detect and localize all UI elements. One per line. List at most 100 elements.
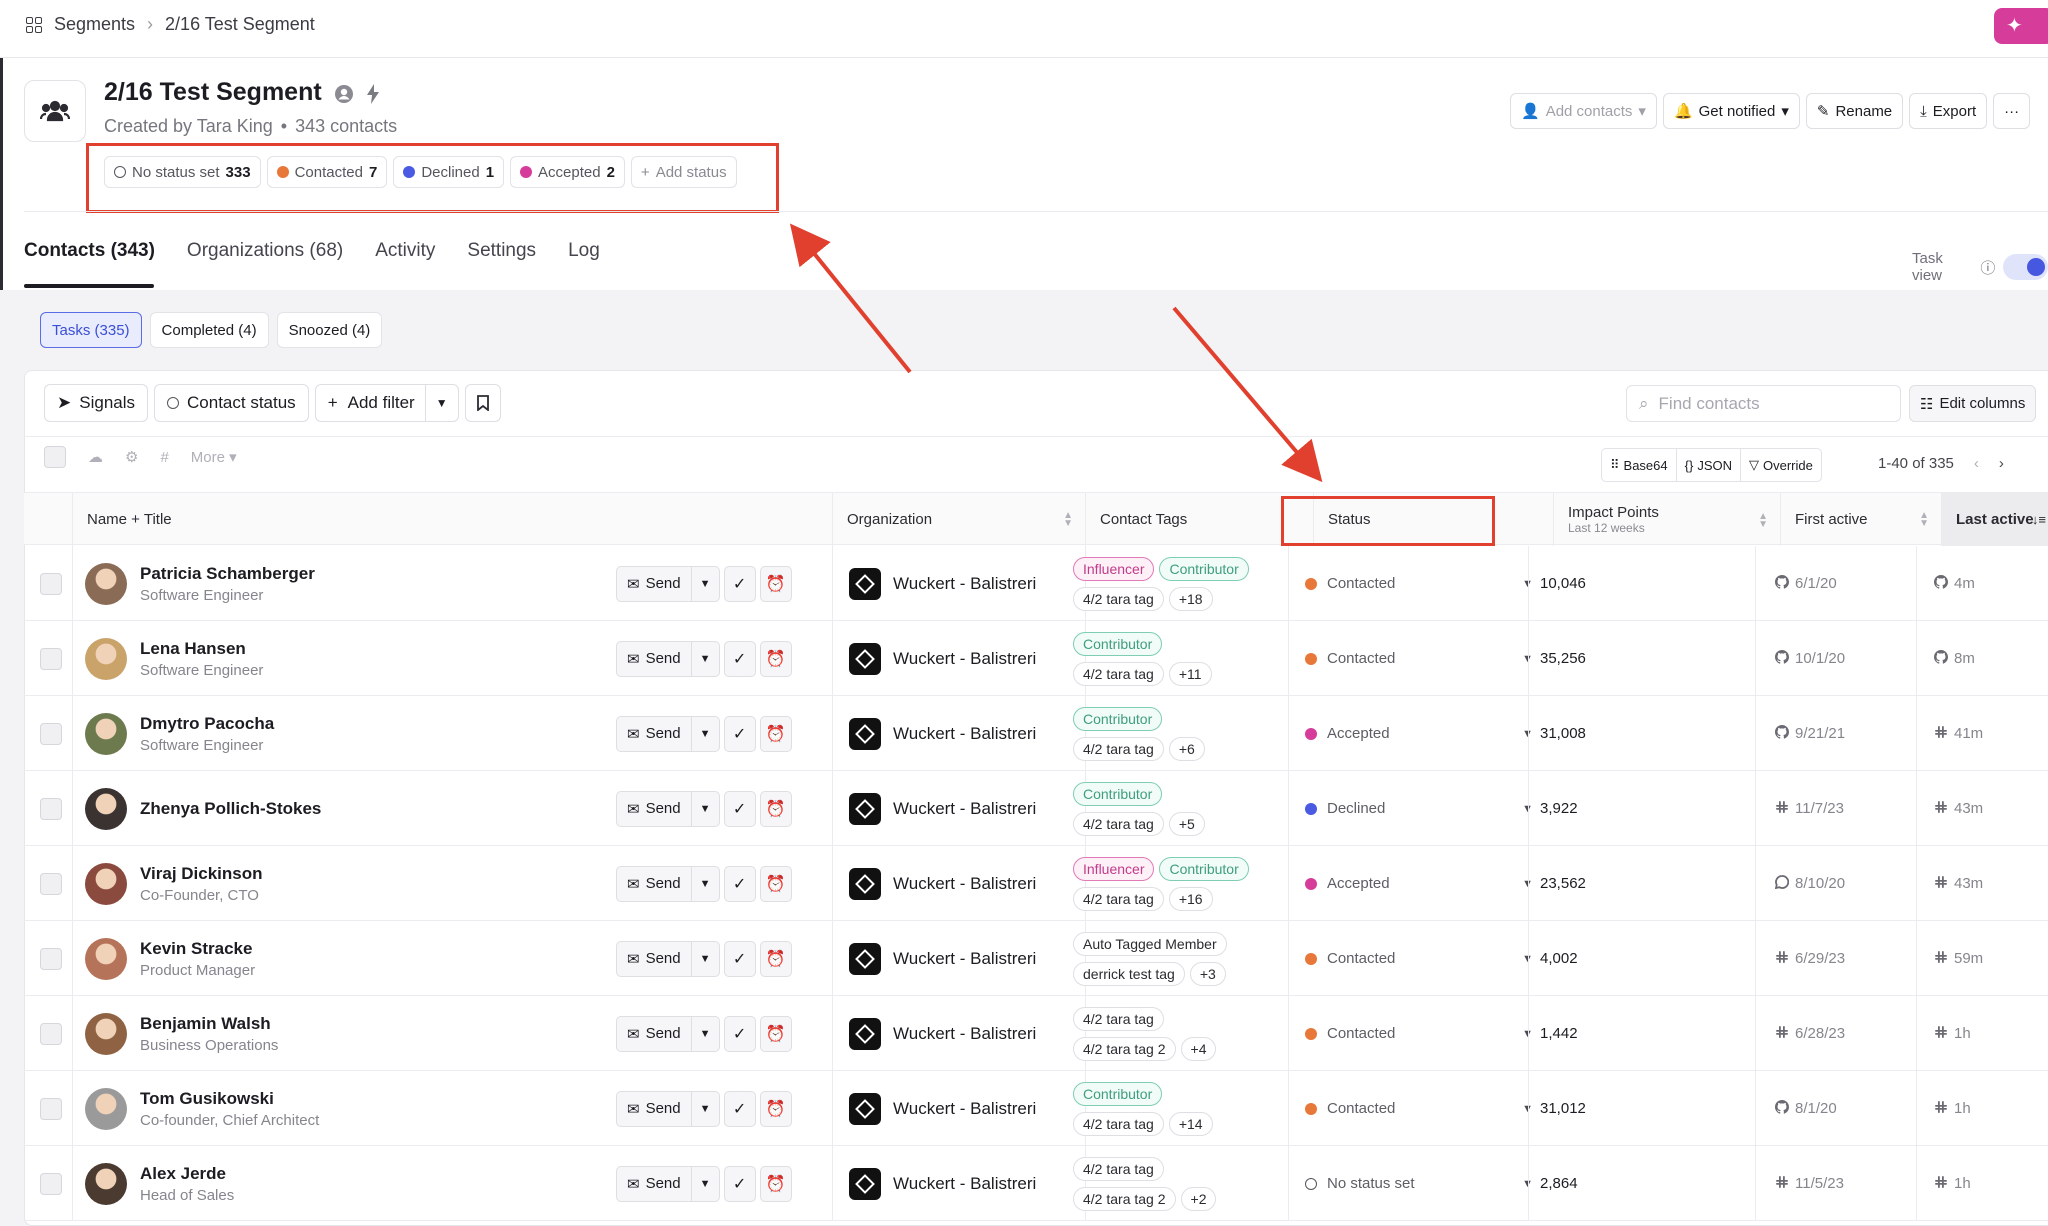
breadcrumb-root[interactable]: Segments [54, 14, 135, 35]
caret-down-icon[interactable]: ▼ [424, 385, 458, 421]
tag-overflow-count[interactable]: +14 [1168, 1111, 1213, 1136]
status-select[interactable]: Contacted ▼ [1305, 921, 1545, 996]
subtab-completed[interactable]: Completed (4) [149, 312, 269, 348]
get-notified-button[interactable]: 🔔 Get notified ▾ [1662, 93, 1800, 129]
subtab-snoozed[interactable]: Snoozed (4) [276, 312, 383, 348]
table-row[interactable]: Lena Hansen Software Engineer ✉ Send ▼ ✓ … [24, 621, 2048, 696]
caret-down-icon[interactable]: ▼ [692, 653, 719, 665]
send-button[interactable]: ✉ Send ▼ [616, 715, 720, 752]
caret-down-icon[interactable]: ▼ [692, 578, 719, 590]
contact-cell[interactable]: Kevin Stracke Product Manager [85, 921, 255, 996]
caret-down-icon[interactable]: ▼ [692, 878, 719, 890]
caret-down-icon[interactable]: ▼ [692, 803, 719, 815]
snooze-button[interactable]: ⏰ [759, 565, 792, 602]
snooze-button[interactable]: ⏰ [759, 640, 792, 677]
row-checkbox[interactable] [40, 872, 62, 895]
row-checkbox[interactable] [40, 1022, 62, 1045]
caret-down-icon[interactable]: ▼ [692, 728, 719, 740]
snooze-button[interactable]: ⏰ [759, 1015, 792, 1052]
complete-button[interactable]: ✓ [723, 940, 756, 977]
contact-tag[interactable]: Contributor [1159, 856, 1249, 881]
complete-button[interactable]: ✓ [723, 715, 756, 752]
organization-name[interactable]: Wuckert - Balistreri [893, 649, 1036, 669]
caret-down-icon[interactable]: ▼ [692, 1028, 719, 1040]
signals-filter-button[interactable]: ➤ Signals [44, 384, 149, 422]
contact-tag[interactable]: 4/2 tara tag [1073, 736, 1164, 761]
status-select[interactable]: Contacted ▼ [1305, 621, 1545, 696]
organization-cell[interactable]: Wuckert - Balistreri [825, 1146, 1036, 1221]
contact-name[interactable]: Zhenya Pollich-Stokes [140, 799, 321, 819]
hubspot-icon[interactable]: ⚙ [125, 448, 138, 466]
contact-tag[interactable]: Influencer [1073, 856, 1155, 881]
contact-tag[interactable]: 4/2 tara tag 2 [1073, 1036, 1176, 1061]
contact-status-filter-button[interactable]: Contact status [154, 384, 309, 422]
tab-contacts[interactable]: Contacts (343) [24, 240, 155, 262]
organization-cell[interactable]: Wuckert - Balistreri [825, 1071, 1036, 1146]
tag-overflow-count[interactable]: +2 [1180, 1186, 1217, 1211]
contact-tag[interactable]: 4/2 tara tag 2 [1073, 1186, 1176, 1211]
more-actions-button[interactable]: ··· [1993, 93, 2031, 129]
organization-name[interactable]: Wuckert - Balistreri [893, 724, 1036, 744]
contact-name[interactable]: Tom Gusikowski [140, 1089, 319, 1109]
organization-name[interactable]: Wuckert - Balistreri [893, 874, 1036, 894]
contact-tag[interactable]: Influencer [1073, 556, 1155, 581]
status-select[interactable]: Contacted ▼ [1305, 546, 1545, 621]
organization-cell[interactable]: Wuckert - Balistreri [825, 996, 1036, 1071]
col-impact[interactable]: Impact Points Last 12 weeks ▲ ▼ [1553, 493, 1780, 546]
contact-tag[interactable]: Contributor [1073, 1081, 1163, 1106]
select-all-checkbox[interactable] [44, 446, 66, 468]
contact-cell[interactable]: Alex Jerde Head of Sales [85, 1146, 234, 1221]
contact-cell[interactable]: Viraj Dickinson Co-Founder, CTO [85, 846, 263, 921]
tab-settings[interactable]: Settings [467, 240, 536, 262]
search-input[interactable]: ⌕ Find contacts [1626, 385, 1901, 422]
app-logo-button[interactable]: ✦ [1994, 8, 2048, 44]
organization-cell[interactable]: Wuckert - Balistreri [825, 546, 1036, 621]
contact-tag[interactable]: 4/2 tara tag [1073, 661, 1164, 686]
send-button[interactable]: ✉ Send ▼ [616, 565, 720, 602]
table-row[interactable]: Patricia Schamberger Software Engineer ✉… [24, 546, 2048, 621]
contact-cell[interactable]: Dmytro Pacocha Software Engineer [85, 696, 274, 771]
tag-overflow-count[interactable]: +5 [1168, 811, 1205, 836]
table-row[interactable]: Dmytro Pacocha Software Engineer ✉ Send ▼… [24, 696, 2048, 771]
tag-overflow-count[interactable]: +18 [1168, 586, 1213, 611]
row-checkbox[interactable] [40, 947, 62, 970]
contact-tag[interactable]: 4/2 tara tag [1073, 586, 1164, 611]
table-row[interactable]: Zhenya Pollich-Stokes ✉ Send ▼ ✓ ⏰ Wucker… [24, 771, 2048, 846]
contact-cell[interactable]: Patricia Schamberger Software Engineer [85, 546, 315, 621]
tab-organizations[interactable]: Organizations (68) [187, 240, 343, 262]
organization-name[interactable]: Wuckert - Balistreri [893, 1174, 1036, 1194]
contact-tag[interactable]: Contributor [1073, 706, 1163, 731]
contact-name[interactable]: Lena Hansen [140, 639, 263, 659]
table-row[interactable]: Viraj Dickinson Co-Founder, CTO ✉ Send ▼ … [24, 846, 2048, 921]
organization-cell[interactable]: Wuckert - Balistreri [825, 846, 1036, 921]
contact-tag[interactable]: 4/2 tara tag [1073, 1156, 1164, 1181]
status-select[interactable]: Accepted ▼ [1305, 696, 1545, 771]
organization-name[interactable]: Wuckert - Balistreri [893, 1099, 1036, 1119]
organization-name[interactable]: Wuckert - Balistreri [893, 574, 1036, 594]
col-last-active[interactable]: Last active ↓≡ [1941, 493, 2048, 546]
col-name[interactable]: Name + Title [72, 493, 832, 546]
contact-tag[interactable]: derrick test tag [1073, 961, 1185, 986]
complete-button[interactable]: ✓ [723, 1015, 756, 1052]
json-button[interactable]: {} JSON [1675, 448, 1741, 482]
col-organization[interactable]: Organization ▲ ▼ [832, 493, 1085, 546]
salesforce-icon[interactable]: ☁ [88, 448, 103, 466]
contact-cell[interactable]: Lena Hansen Software Engineer [85, 621, 263, 696]
bookmark-button[interactable] [464, 384, 501, 422]
status-select[interactable]: Declined ▼ [1305, 771, 1545, 846]
row-checkbox[interactable] [40, 722, 62, 745]
tag-overflow-count[interactable]: +16 [1168, 886, 1213, 911]
send-button[interactable]: ✉ Send ▼ [616, 865, 720, 902]
contact-tag[interactable]: 4/2 tara tag [1073, 811, 1164, 836]
caret-down-icon[interactable]: ▼ [692, 1178, 719, 1190]
send-button[interactable]: ✉ Send ▼ [616, 1015, 720, 1052]
complete-button[interactable]: ✓ [723, 640, 756, 677]
col-tags[interactable]: Contact Tags [1085, 493, 1313, 546]
snooze-button[interactable]: ⏰ [759, 1165, 792, 1202]
status-select[interactable]: No status set ▼ [1305, 1146, 1545, 1221]
table-row[interactable]: Alex Jerde Head of Sales ✉ Send ▼ ✓ ⏰ Wuc… [24, 1146, 2048, 1221]
contact-name[interactable]: Patricia Schamberger [140, 564, 315, 584]
contact-cell[interactable]: Benjamin Walsh Business Operations [85, 996, 278, 1071]
organization-name[interactable]: Wuckert - Balistreri [893, 949, 1036, 969]
row-checkbox[interactable] [40, 647, 62, 670]
